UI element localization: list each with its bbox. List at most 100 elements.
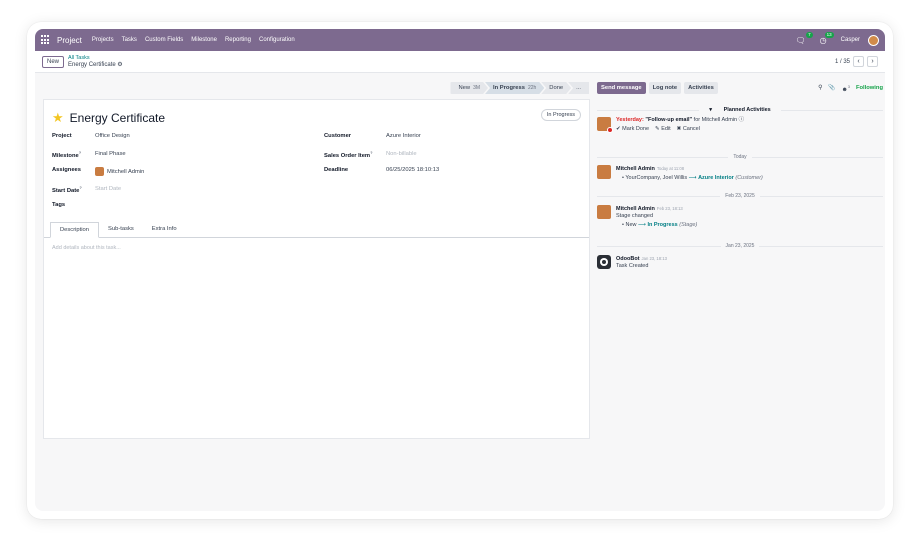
stage-more[interactable]: ... — [568, 82, 589, 94]
message-time: Today at 11:08 — [656, 166, 685, 171]
stage-count: 3M — [473, 85, 481, 91]
mark-done-button[interactable]: ✔ Mark Done — [616, 126, 649, 133]
assignees-field[interactable]: Mitchell Admin — [95, 167, 144, 176]
menu-milestone[interactable]: Milestone — [191, 37, 217, 43]
chevron-right-icon: › — [871, 58, 874, 65]
field-label: Deadline — [324, 167, 349, 173]
main-menu: Projects Tasks Custom Fields Milestone R… — [92, 37, 295, 43]
messages-badge: 7 — [806, 31, 813, 38]
arrow-right-icon: ⟶ — [688, 175, 697, 181]
old-value: YourCompany, Joel Willis — [625, 175, 688, 181]
pager-next-button[interactable]: › — [867, 56, 878, 67]
help-icon[interactable]: ? — [79, 185, 81, 190]
log-note-button[interactable]: Log note — [648, 82, 682, 94]
field-label: Tags — [52, 202, 66, 208]
control-panel: New All Tasks Energy Certificate ⚙ 1 / 3… — [35, 51, 885, 73]
date-divider: Today — [597, 154, 883, 160]
help-icon[interactable]: ? — [370, 150, 372, 155]
stage-label: New — [458, 85, 471, 91]
edit-label: Edit — [661, 126, 671, 132]
pager-previous-button[interactable]: ‹ — [853, 56, 864, 67]
stage-new[interactable]: New 3M — [450, 82, 488, 94]
sales-order-item-field[interactable]: Non-billable — [386, 150, 417, 159]
menu-projects[interactable]: Projects — [92, 37, 114, 43]
activity-due: Yesterday: — [616, 117, 644, 123]
task-state-button[interactable]: In Progress — [540, 109, 581, 121]
edit-button[interactable]: ✎ Edit — [655, 126, 671, 133]
gear-icon[interactable]: ⚙ — [117, 62, 122, 68]
send-message-button[interactable]: Send message — [597, 82, 646, 94]
tracking-value: • YourCompany, Joel Willis ⟶ Azure Inter… — [622, 175, 763, 181]
menu-configuration[interactable]: Configuration — [259, 37, 295, 43]
field-assignees: Assignees Mitchell Admin — [52, 167, 144, 176]
following-button[interactable]: Following — [856, 85, 883, 91]
date-divider-label: Feb 23, 2025 — [725, 193, 755, 199]
apps-grid-icon[interactable] — [41, 35, 51, 45]
date-divider: Jan 23, 2025 — [597, 243, 883, 249]
message-time: Jan 23, 18:13 — [641, 256, 667, 261]
field-customer: Customer Azure Interior — [324, 133, 421, 139]
app-name[interactable]: Project — [57, 36, 82, 45]
message-time: Feb 23, 18:13 — [656, 206, 683, 211]
tab-extra-info[interactable]: Extra Info — [143, 222, 186, 238]
customer-field[interactable]: Azure Interior — [386, 133, 421, 139]
notebook-tabs: Description Sub-tasks Extra Info — [50, 222, 186, 238]
assignee-avatar — [95, 167, 104, 176]
check-icon: ✔ — [616, 126, 621, 132]
odoobot-avatar[interactable] — [597, 255, 611, 269]
message-author[interactable]: OdooBot — [616, 256, 640, 262]
search-icon[interactable]: ⚲ — [818, 85, 822, 91]
tags-input[interactable] — [95, 202, 215, 208]
info-icon[interactable]: ⓘ — [739, 117, 745, 123]
message-author[interactable]: Mitchell Admin — [616, 206, 655, 212]
chevron-left-icon: ‹ — [857, 58, 860, 65]
message-item: Mitchell Admin Feb 23, 18:13 Stage change… — [597, 205, 885, 229]
deadline-field[interactable]: 06/25/2025 18:10:13 — [386, 167, 439, 173]
activities-button[interactable]: Activities — [684, 82, 718, 94]
menu-tasks[interactable]: Tasks — [122, 37, 137, 43]
messages-button[interactable]: 🗨 7 — [795, 31, 813, 45]
field-label: Assignees — [52, 167, 81, 173]
stage-done[interactable]: Done — [541, 82, 571, 94]
tracking-value: • New ⟶ In Progress (Stage) — [622, 222, 698, 228]
planned-activities-header[interactable]: ▾ Planned Activities — [597, 107, 883, 113]
message-body: Task Created — [616, 263, 649, 269]
help-icon[interactable]: ? — [79, 150, 81, 155]
menu-custom-fields[interactable]: Custom Fields — [145, 37, 183, 43]
cancel-button[interactable]: ✖ Cancel — [677, 126, 700, 133]
field-label: Milestone — [52, 152, 79, 159]
activity-avatar — [597, 117, 613, 133]
message-author[interactable]: Mitchell Admin — [616, 166, 655, 172]
description-editor[interactable]: Add details about this task... — [52, 245, 121, 251]
followers-button[interactable]: ☻3 — [842, 84, 850, 93]
new-button[interactable]: New — [42, 55, 65, 68]
start-date-input[interactable]: Start Date — [95, 185, 121, 194]
chat-icon: 🗨 — [795, 35, 806, 45]
tab-sub-tasks[interactable]: Sub-tasks — [99, 222, 143, 238]
task-title[interactable]: Energy Certificate — [70, 111, 165, 125]
user-avatar[interactable] — [868, 34, 879, 46]
milestone-field[interactable]: Final Phase — [95, 150, 126, 159]
mark-done-label: Mark Done — [622, 126, 650, 132]
message-body: Stage changed — [616, 213, 654, 219]
activities-button[interactable]: ◷ 13 — [820, 31, 834, 45]
tab-description[interactable]: Description — [50, 222, 99, 238]
star-icon[interactable]: ★ — [52, 110, 64, 126]
stage-in-progress[interactable]: In Progress 22h — [485, 82, 544, 94]
breadcrumb-parent[interactable]: All Tasks — [68, 55, 123, 62]
date-divider-label: Jan 23, 2025 — [725, 243, 755, 249]
field-label: Customer — [324, 133, 352, 139]
author-avatar[interactable] — [597, 205, 611, 219]
project-field[interactable]: Office Design — [95, 133, 130, 139]
app-window: Project Projects Tasks Custom Fields Mil… — [35, 29, 885, 511]
activity-summary: "Follow-up email" — [645, 117, 693, 123]
author-avatar[interactable] — [597, 165, 611, 179]
stage-label: Done — [549, 85, 564, 91]
pager-value[interactable]: 1 / 35 — [835, 59, 850, 65]
menu-reporting[interactable]: Reporting — [225, 37, 251, 43]
paperclip-icon[interactable]: 📎 — [828, 85, 835, 91]
user-name[interactable]: Casper — [841, 37, 860, 43]
form-sheet: In Progress ★ Energy Certificate Project… — [43, 99, 590, 439]
activity-assignee: for Mitchell Admin — [693, 117, 738, 123]
activities-badge: 13 — [824, 31, 834, 38]
